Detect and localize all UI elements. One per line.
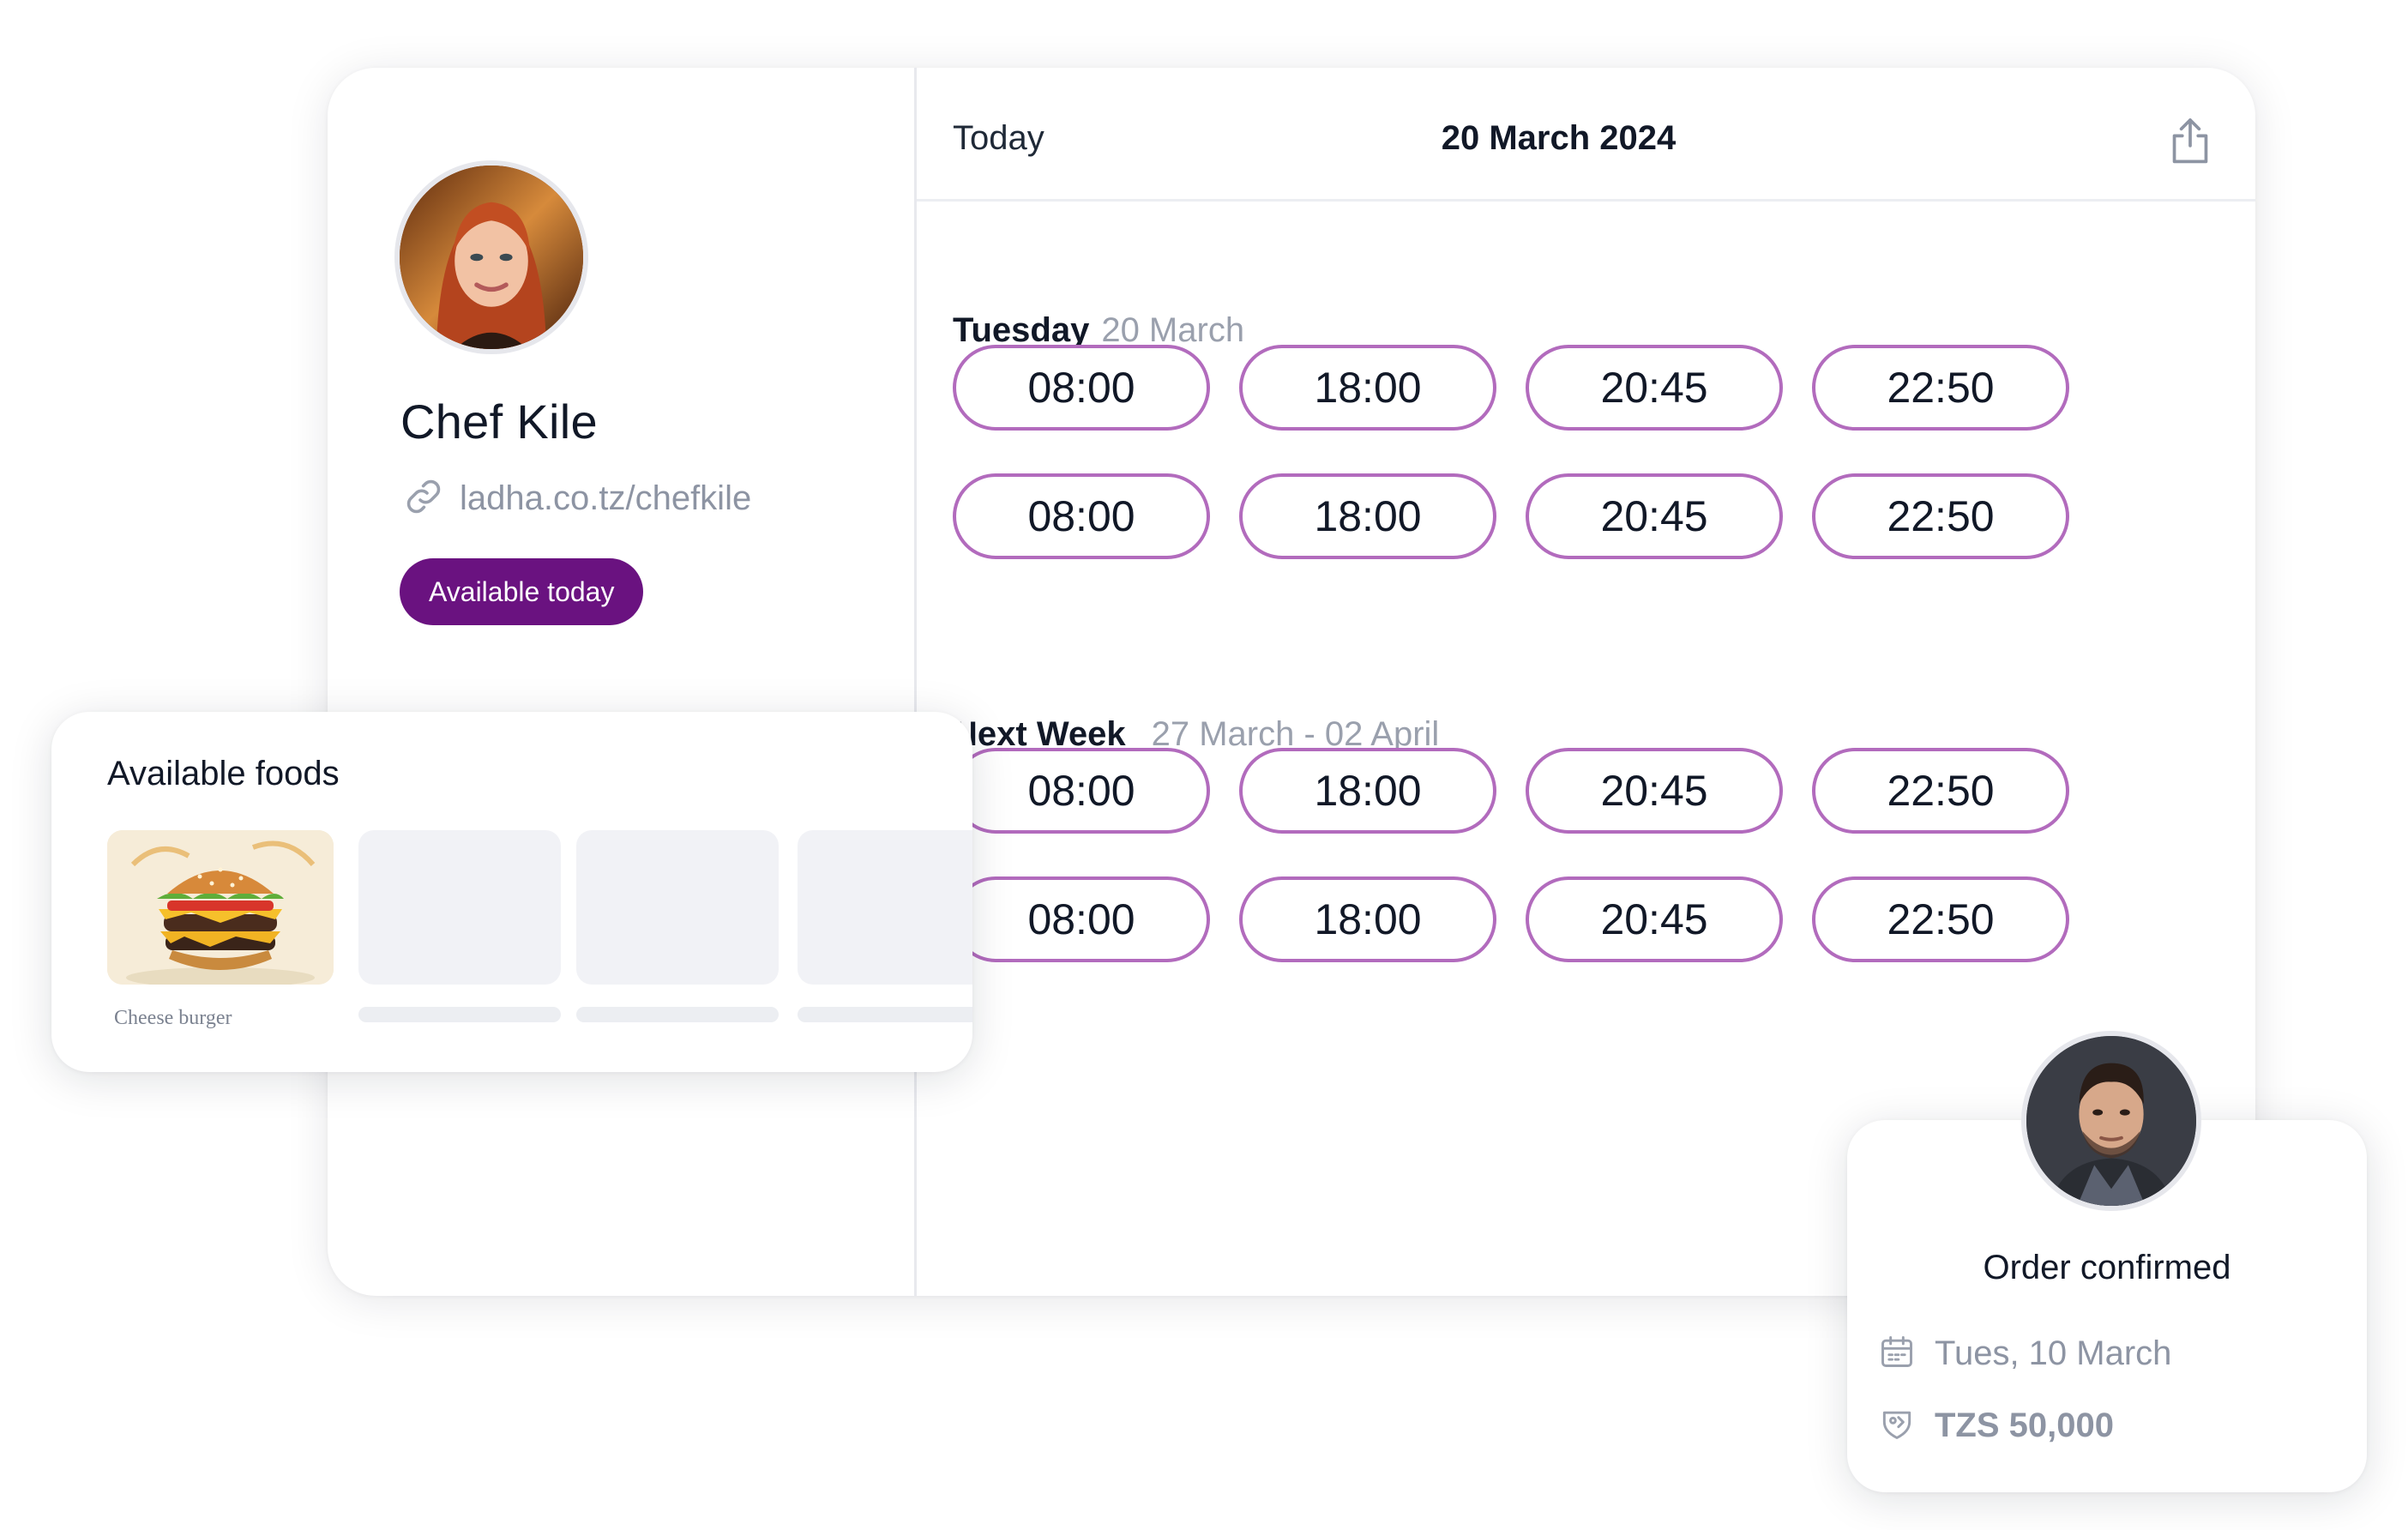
customer-avatar <box>2021 1031 2201 1211</box>
time-slot[interactable]: 22:50 <box>1812 473 2069 559</box>
app-stage: Chef Kile ladha.co.tz/chefkile Available… <box>0 0 2408 1530</box>
time-slot[interactable]: 22:50 <box>1812 345 2069 431</box>
time-slots-today: 08:00 18:00 20:45 22:50 08:00 18:00 20:4… <box>953 345 2069 559</box>
chef-avatar <box>394 160 588 354</box>
section-day: Tuesday <box>953 311 1090 349</box>
order-price: TZS 50,000 <box>1935 1407 2115 1444</box>
available-foods-card: Available foods Cheese burger <box>51 712 972 1072</box>
time-slot[interactable]: 08:00 <box>953 473 1210 559</box>
time-slot[interactable]: 18:00 <box>1239 345 1496 431</box>
foods-title: Available foods <box>107 755 340 792</box>
time-slot[interactable]: 08:00 <box>953 345 1210 431</box>
food-label-placeholder <box>358 1007 561 1022</box>
order-date-row: Tues, 10 March <box>1878 1333 2171 1375</box>
price-tag-icon <box>1878 1405 1916 1447</box>
food-item-name: Cheese burger <box>114 1007 232 1029</box>
time-slot[interactable]: 20:45 <box>1526 345 1783 431</box>
time-slot[interactable]: 18:00 <box>1239 473 1496 559</box>
time-slot[interactable]: 18:00 <box>1239 876 1496 962</box>
share-icon <box>2166 118 2214 168</box>
food-label-placeholder <box>798 1007 972 1022</box>
time-slot[interactable]: 20:45 <box>1526 876 1783 962</box>
food-item-placeholder <box>358 830 561 985</box>
order-price-row: TZS 50,000 <box>1878 1405 2114 1447</box>
booking-card: Chef Kile ladha.co.tz/chefkile Available… <box>328 68 2255 1296</box>
time-slot[interactable]: 22:50 <box>1812 876 2069 962</box>
food-item-placeholder <box>576 830 779 985</box>
time-slot[interactable]: 08:00 <box>953 748 1210 834</box>
available-today-badge[interactable]: Available today <box>400 558 644 625</box>
time-slot[interactable]: 22:50 <box>1812 748 2069 834</box>
food-item-placeholder <box>798 830 972 985</box>
order-date: Tues, 10 March <box>1935 1334 2172 1372</box>
share-button[interactable] <box>2166 114 2214 166</box>
time-slot[interactable]: 08:00 <box>953 876 1210 962</box>
panel-divider <box>914 68 917 1296</box>
current-date: 20 March 2024 <box>1441 119 1677 157</box>
time-slots-next-week: 08:00 18:00 20:45 22:50 08:00 18:00 20:4… <box>953 748 2069 962</box>
calendar-icon <box>1878 1333 1916 1375</box>
order-title: Order confirmed <box>1983 1249 2231 1286</box>
section-date: 20 March <box>1101 311 1245 349</box>
link-icon <box>403 476 444 521</box>
chef-link-row[interactable]: ladha.co.tz/chefkile <box>403 476 751 521</box>
chef-profile-link[interactable]: ladha.co.tz/chefkile <box>460 479 751 518</box>
time-slot[interactable]: 20:45 <box>1526 748 1783 834</box>
time-slot[interactable]: 20:45 <box>1526 473 1783 559</box>
food-label-placeholder <box>576 1007 779 1022</box>
food-item-image[interactable] <box>107 830 334 985</box>
schedule-header: Today 20 March 2024 <box>917 68 2255 202</box>
time-slot[interactable]: 18:00 <box>1239 748 1496 834</box>
chef-name: Chef Kile <box>400 395 598 449</box>
